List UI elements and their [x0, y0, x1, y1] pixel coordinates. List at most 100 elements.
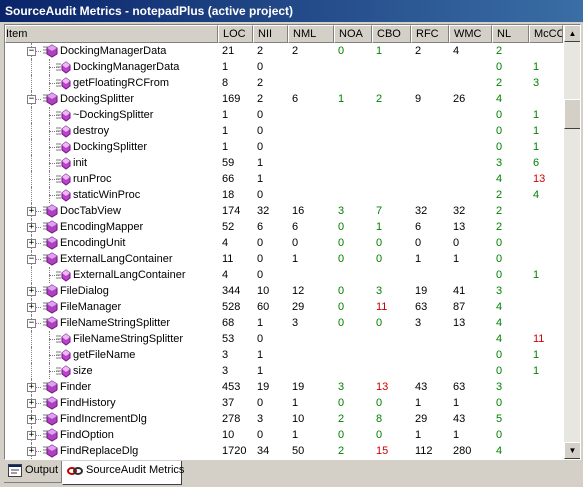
- metrics-rows[interactable]: − DockingManagerData 21 2 2 0 1 2 4 2 DockingManag…: [5, 43, 563, 459]
- metric-rfc: 63: [415, 301, 428, 313]
- metric-nii: 0: [257, 269, 264, 281]
- column-header-rfc[interactable]: RFC: [411, 25, 449, 43]
- column-header-item[interactable]: Item: [5, 25, 218, 43]
- tab-sourceaudit-metrics[interactable]: SourceAudit Metrics: [62, 461, 184, 485]
- metric-loc: 1: [222, 141, 229, 153]
- collapse-toggle[interactable]: −: [27, 95, 36, 104]
- tree-row-class[interactable]: + FindOption 10 0 1 0 0 1 1 0: [5, 427, 563, 443]
- column-header-noa[interactable]: NOA: [334, 25, 372, 43]
- tree-row-class[interactable]: + FindIncrementDlg 278 3 10 2 8 29 43 5: [5, 411, 563, 427]
- tree-row-class[interactable]: + FindReplaceDlg 1720 34 50 2 15 112 280 4: [5, 443, 563, 459]
- scroll-thumb[interactable]: [564, 99, 580, 129]
- metric-mccc: 3: [533, 77, 540, 89]
- expand-toggle[interactable]: +: [27, 431, 36, 440]
- class-icon: [42, 252, 58, 266]
- metric-mccc: 11: [533, 333, 545, 345]
- class-icon: [42, 444, 58, 458]
- column-header-nii[interactable]: NII: [253, 25, 288, 43]
- tree-row-method[interactable]: getFileName 3 1 0 1: [5, 347, 563, 363]
- metric-nii: 0: [257, 125, 264, 137]
- metric-nml: 3: [292, 317, 299, 329]
- metric-wmc: [449, 155, 492, 171]
- expand-toggle[interactable]: +: [27, 207, 36, 216]
- metric-nml: 10: [292, 413, 305, 425]
- column-header-wmc[interactable]: WMC: [449, 25, 492, 43]
- metric-nml: [288, 107, 334, 123]
- scroll-up-button[interactable]: ▲: [564, 25, 580, 42]
- item-label: size: [73, 365, 93, 377]
- expand-toggle[interactable]: +: [27, 287, 36, 296]
- metric-nl: 4: [496, 173, 503, 185]
- vertical-scrollbar[interactable]: ▲ ▼: [564, 25, 580, 459]
- expand-toggle[interactable]: +: [27, 239, 36, 248]
- expand-toggle[interactable]: +: [27, 415, 36, 424]
- expand-toggle[interactable]: +: [27, 383, 36, 392]
- tree-row-method[interactable]: staticWinProc 18 0 2 4: [5, 187, 563, 203]
- metric-loc: 1: [222, 125, 229, 137]
- tree-row-method[interactable]: DockingSplitter 1 0 0 1: [5, 139, 563, 155]
- metric-nl: 4: [496, 301, 503, 313]
- metric-nml: 12: [292, 285, 305, 297]
- metric-nii: 2: [257, 93, 264, 105]
- tree-row-class[interactable]: + EncodingMapper 52 6 6 0 1 6 13 2: [5, 219, 563, 235]
- metric-wmc: [449, 171, 492, 187]
- tree-row-method[interactable]: ExternalLangContainer 4 0 0 1: [5, 267, 563, 283]
- metric-nl: 4: [496, 333, 503, 345]
- metric-rfc: 43: [415, 381, 428, 393]
- collapse-toggle[interactable]: −: [27, 319, 36, 328]
- metric-cbo: 0: [376, 429, 383, 441]
- metric-nii: 60: [257, 301, 270, 313]
- tree-row-method[interactable]: init 59 1 3 6: [5, 155, 563, 171]
- item-label: FileDialog: [60, 285, 109, 297]
- expand-toggle[interactable]: +: [27, 399, 36, 408]
- tree-row-class[interactable]: + Finder 453 19 19 3 13 43 63 3: [5, 379, 563, 395]
- tree-connector: [31, 171, 32, 187]
- tree-row-method[interactable]: size 3 1 0 1: [5, 363, 563, 379]
- metric-mccc: 1: [533, 141, 540, 153]
- tree-connector: [31, 187, 32, 203]
- scroll-down-button[interactable]: ▼: [564, 442, 580, 459]
- tree-row-class[interactable]: − DockingManagerData 21 2 2 0 1 2 4 2: [5, 43, 563, 59]
- collapse-toggle[interactable]: −: [27, 255, 36, 264]
- item-cell: destroy: [5, 123, 218, 139]
- tree-row-class[interactable]: + FileDialog 344 10 12 0 3 19 41 3: [5, 283, 563, 299]
- tree-row-method[interactable]: runProc 66 1 4 13: [5, 171, 563, 187]
- tree-row-method[interactable]: destroy 1 0 0 1: [5, 123, 563, 139]
- metric-noa: [334, 187, 372, 203]
- metric-nml: [288, 123, 334, 139]
- column-header-loc[interactable]: LOC: [218, 25, 253, 43]
- metric-wmc: 87: [453, 301, 466, 313]
- column-header-cbo[interactable]: CBO: [372, 25, 411, 43]
- tree-row-class[interactable]: − ExternalLangContainer 11 0 1 0 0 1 1 0: [5, 251, 563, 267]
- metric-nl: 0: [496, 397, 503, 409]
- tree-row-method[interactable]: getFloatingRCFrom 8 2 2 3: [5, 75, 563, 91]
- tree-row-class[interactable]: − DockingSplitter 169 2 6 1 2 9 26 4: [5, 91, 563, 107]
- expand-toggle[interactable]: +: [27, 447, 36, 456]
- tree-row-class[interactable]: + DocTabView 174 32 16 3 7 32 32 2: [5, 203, 563, 219]
- column-header-nl[interactable]: NL: [492, 25, 529, 43]
- tree-row-method[interactable]: FileNameStringSplitter 53 0 4 11: [5, 331, 563, 347]
- column-header-nml[interactable]: NML: [288, 25, 334, 43]
- metric-cbo: 7: [376, 205, 383, 217]
- metric-nl: 0: [496, 141, 503, 153]
- tree-row-class[interactable]: + EncodingUnit 4 0 0 0 0 0 0 0: [5, 235, 563, 251]
- tree-row-class[interactable]: − FileNameStringSplitter 68 1 3 0 0 3 13 4: [5, 315, 563, 331]
- column-header-mccc[interactable]: McCC: [529, 25, 563, 43]
- item-label: FileNameStringSplitter: [73, 333, 184, 345]
- tab-output[interactable]: Output: [4, 461, 62, 483]
- metrics-tree-panel[interactable]: Item LOC NII NML NOA CBO RFC WMC NL McCC − Docking…: [4, 24, 581, 460]
- metric-rfc: [411, 59, 449, 75]
- expand-toggle[interactable]: +: [27, 223, 36, 232]
- collapse-toggle[interactable]: −: [27, 47, 36, 56]
- class-icon: [42, 44, 58, 58]
- expand-toggle[interactable]: +: [27, 303, 36, 312]
- metric-loc: 3: [222, 365, 229, 377]
- item-cell: ~DockingSplitter: [5, 107, 218, 123]
- metric-nl: 2: [496, 189, 503, 201]
- tree-row-method[interactable]: DockingManagerData 1 0 0 1: [5, 59, 563, 75]
- metric-rfc: 32: [415, 205, 428, 217]
- tree-row-class[interactable]: + FileManager 528 60 29 0 11 63 87 4: [5, 299, 563, 315]
- metric-rfc: 1: [415, 253, 422, 265]
- tree-row-method[interactable]: ~DockingSplitter 1 0 0 1: [5, 107, 563, 123]
- tree-row-class[interactable]: + FindHistory 37 0 1 0 0 1 1 0: [5, 395, 563, 411]
